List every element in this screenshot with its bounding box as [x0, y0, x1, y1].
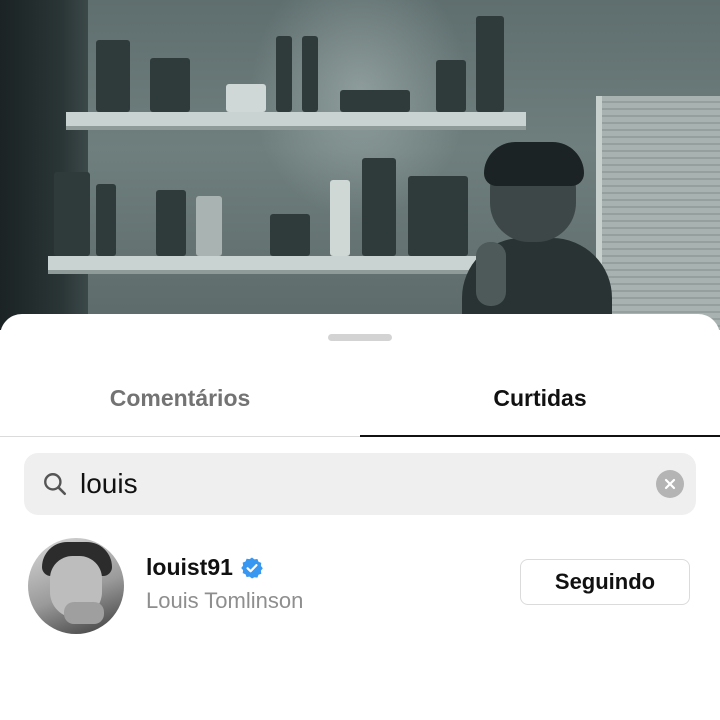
username-text: louist91: [146, 554, 233, 580]
trophy: [156, 190, 186, 256]
window-blind: [596, 96, 720, 330]
trophy: [196, 196, 222, 256]
lower-shelf: [48, 256, 488, 274]
trophy: [96, 184, 116, 256]
trophy: [408, 176, 468, 256]
trophy: [96, 40, 130, 112]
avatar[interactable]: [28, 538, 124, 634]
trophy: [150, 58, 190, 112]
background-video-frame: [0, 0, 720, 330]
trophy: [54, 172, 90, 256]
full-name: Louis Tomlinson: [146, 588, 304, 613]
list-item[interactable]: louist91 Louis Tomlinson Seguindo: [0, 534, 720, 634]
sheet-tabs: Comentários Curtidas: [0, 360, 720, 437]
likes-bottom-sheet: Comentários Curtidas louist91: [0, 314, 720, 720]
tab-likes[interactable]: Curtidas: [360, 360, 720, 437]
following-button[interactable]: Seguindo: [520, 559, 690, 605]
tab-comments[interactable]: Comentários: [0, 360, 360, 436]
username[interactable]: louist91: [146, 554, 264, 581]
trophy: [270, 214, 310, 256]
trophy: [276, 36, 292, 112]
clear-icon: [664, 478, 676, 490]
trophy: [476, 16, 504, 112]
microphone: [476, 242, 506, 306]
search-bar: [24, 453, 696, 515]
singing-person: [462, 142, 612, 330]
search-input[interactable]: [80, 468, 620, 500]
dark-wall: [0, 0, 88, 330]
trophy: [340, 90, 410, 112]
sheet-grabber-handle[interactable]: [328, 334, 392, 341]
trophy: [226, 84, 266, 112]
trophy: [302, 36, 318, 112]
upper-shelf: [66, 112, 526, 130]
clear-search-button[interactable]: [656, 470, 684, 498]
verified-badge-icon: [241, 557, 263, 578]
search-icon: [44, 473, 67, 496]
trophy: [362, 158, 396, 256]
trophy: [330, 180, 350, 256]
trophy: [436, 60, 466, 112]
